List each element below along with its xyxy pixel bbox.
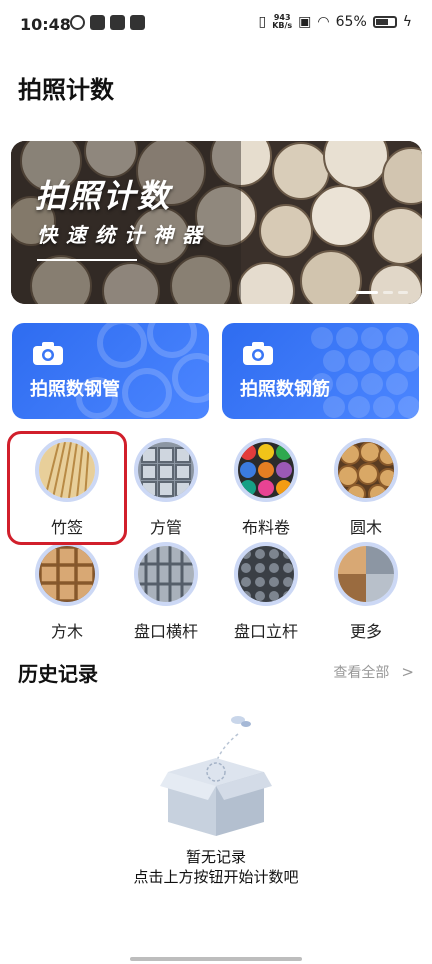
net-speed-unit: KB/s [272, 21, 293, 30]
app-icon [90, 15, 105, 30]
count-rebar-label: 拍照数钢筋 [240, 379, 330, 400]
empty-box-illustration [160, 716, 272, 836]
view-all-link[interactable]: 查看全部 > [333, 662, 414, 682]
tiktok-icon [130, 15, 145, 30]
banner-title: 拍照计数 [35, 177, 172, 215]
charging-icon: ϟ [402, 14, 412, 30]
pager-dot [383, 291, 393, 294]
category-fabric-roll[interactable]: 布料卷 [216, 438, 316, 538]
category-disk-ledger[interactable]: 盘口横杆 [116, 542, 216, 642]
count-rebar-button[interactable]: 拍照数钢筋 [222, 323, 419, 419]
vibrate-icon: ▯ [258, 14, 267, 30]
notification-icons [70, 15, 145, 30]
category-label: 盘口立杆 [233, 622, 298, 641]
battery-icon [372, 16, 397, 28]
count-pipes-label: 拍照数钢管 [30, 379, 120, 400]
square-timber-thumb [35, 542, 99, 606]
pager-dot-active [356, 291, 378, 294]
fabric-roll-thumb [234, 438, 298, 502]
disk-standard-thumb [234, 542, 298, 606]
banner-pager [356, 291, 408, 294]
view-all-label: 查看全部 [333, 665, 390, 681]
page-title: 拍照计数 [18, 76, 114, 104]
battery-percent: 65% [335, 14, 367, 30]
category-label: 盘口横杆 [133, 622, 198, 641]
category-round-log[interactable]: 圆木 [316, 438, 416, 538]
disk-ledger-thumb [134, 542, 198, 606]
sim-icon: ▣ [298, 14, 312, 30]
camera-icon [243, 342, 273, 365]
wifi-icon: ◠ [317, 14, 330, 30]
category-label: 圆木 [349, 518, 382, 537]
status-right: ▯ 943 KB/s ▣ ◠ 65% ϟ [258, 14, 412, 31]
selection-highlight [7, 431, 127, 545]
mail-icon [110, 15, 125, 30]
category-label: 更多 [349, 622, 382, 641]
home-indicator[interactable] [130, 957, 302, 961]
category-label: 方管 [149, 518, 182, 537]
pager-dot [398, 291, 408, 294]
chevron-right-icon: > [401, 663, 414, 681]
sync-icon [70, 15, 85, 30]
category-square-tube[interactable]: 方管 [116, 438, 216, 538]
net-speed: 943 KB/s [272, 14, 292, 30]
round-log-thumb [334, 438, 398, 502]
category-disk-standard[interactable]: 盘口立杆 [216, 542, 316, 642]
promo-banner[interactable]: 拍照计数 快速统计神器 [11, 141, 422, 304]
category-label: 方木 [50, 622, 83, 641]
empty-state-hint: 点击上方按钮开始计数吧 [133, 868, 299, 886]
category-label: 布料卷 [241, 518, 290, 537]
status-time: 10:48 [20, 15, 71, 34]
square-tube-thumb [134, 438, 198, 502]
category-square-timber[interactable]: 方木 [17, 542, 117, 642]
more-thumb [334, 542, 398, 606]
history-title: 历史记录 [18, 662, 98, 686]
empty-state-title: 暂无记录 [185, 848, 246, 866]
banner-divider [37, 259, 137, 261]
status-bar: 10:48 ▯ 943 KB/s ▣ ◠ 65% ϟ [0, 0, 432, 52]
count-pipes-button[interactable]: 拍照数钢管 [12, 323, 209, 419]
pipe-pattern [76, 323, 209, 419]
rebar-pattern [311, 327, 419, 418]
banner-subtitle: 快速统计神器 [37, 223, 211, 247]
category-more[interactable]: 更多 [316, 542, 416, 642]
camera-icon [33, 342, 63, 365]
